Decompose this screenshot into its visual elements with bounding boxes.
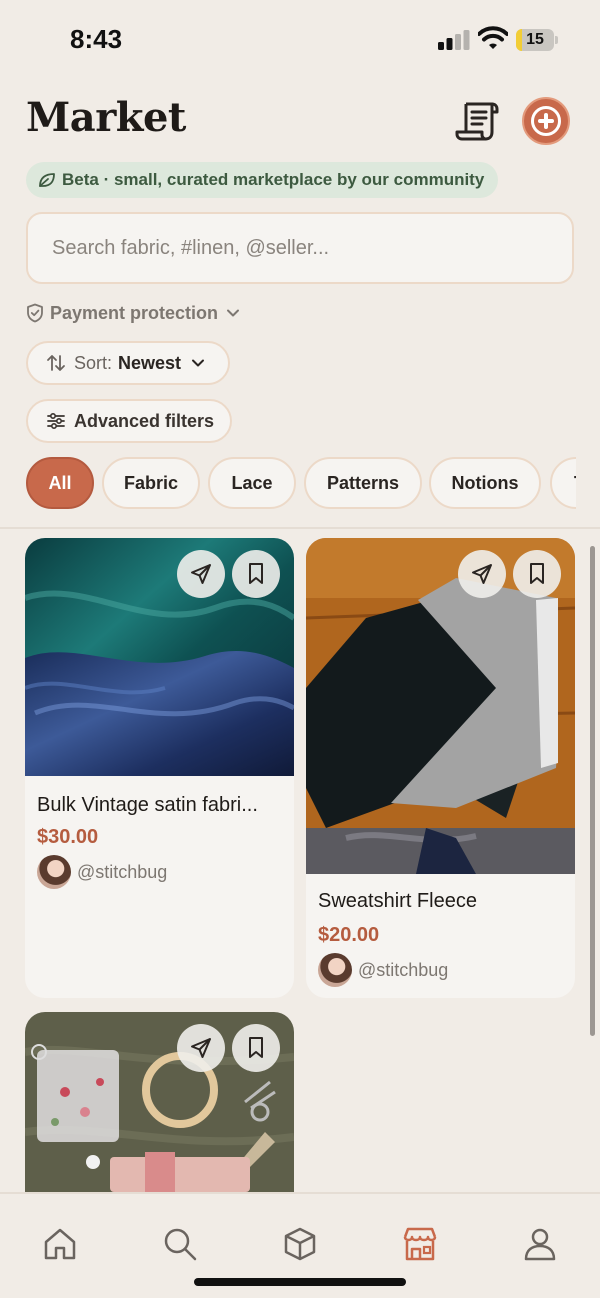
listing-seller[interactable]: @stitchbug [37, 855, 167, 889]
send-icon [191, 1038, 211, 1058]
nav-market[interactable] [400, 1224, 440, 1264]
share-button[interactable] [458, 550, 506, 598]
profile-icon [524, 1228, 556, 1261]
cellular-signal-icon [438, 30, 470, 50]
search-icon [164, 1228, 197, 1261]
nav-orders[interactable] [280, 1224, 320, 1264]
chip-lace[interactable]: Lace [208, 457, 296, 509]
bookmark-icon [249, 563, 263, 584]
beta-text: Beta · small, curated marketplace by our… [62, 170, 485, 189]
advanced-filters-button[interactable]: Advanced filters [26, 399, 232, 443]
orders-button[interactable] [454, 98, 500, 144]
divider [0, 527, 600, 529]
search-input[interactable] [52, 214, 552, 282]
wifi-icon [478, 26, 508, 49]
status-time: 8:43 [70, 24, 123, 54]
chip-patterns[interactable]: Patterns [304, 457, 422, 509]
nav-search[interactable] [160, 1224, 200, 1264]
avatar [37, 855, 71, 889]
listing-seller[interactable]: @stitchbug [318, 953, 448, 987]
save-button[interactable] [232, 550, 280, 598]
shield-check-icon [27, 303, 43, 323]
leaf-icon [39, 173, 55, 187]
home-icon [44, 1228, 76, 1260]
seller-handle: @stitchbug [77, 861, 168, 882]
listing-price: $30.00 [37, 826, 99, 848]
nav-home[interactable] [40, 1224, 80, 1264]
send-icon [191, 564, 211, 584]
chip-fabric[interactable]: Fabric [102, 457, 200, 509]
scrollbar[interactable] [590, 546, 595, 1036]
listing-card[interactable] [25, 1012, 294, 1192]
chip-all[interactable]: All [26, 457, 94, 509]
box-icon [284, 1227, 316, 1261]
page-title: Market [26, 94, 186, 141]
battery-icon: 15 [516, 29, 558, 51]
battery-level: 15 [526, 31, 544, 48]
listing-card[interactable]: Bulk Vintage satin fabri... $30.00 @stit… [25, 538, 294, 998]
home-indicator [194, 1278, 406, 1286]
storefront-icon [403, 1227, 437, 1261]
nav-profile[interactable] [520, 1224, 560, 1264]
chip-partial[interactable]: T [550, 457, 576, 509]
save-button[interactable] [232, 1024, 280, 1072]
sliders-icon [47, 412, 65, 430]
search-box[interactable] [26, 212, 574, 284]
sort-label: Sort: [74, 352, 113, 373]
chip-notions[interactable]: Notions [429, 457, 541, 509]
payment-protection-label: Payment protection [50, 302, 219, 323]
category-chips: All Fabric Lace Patterns Notions T [24, 457, 576, 511]
beta-banner: Beta · small, curated marketplace by our… [26, 162, 499, 198]
share-button[interactable] [177, 1024, 225, 1072]
send-icon [472, 564, 492, 584]
payment-protection-toggle[interactable]: Payment protection [26, 300, 240, 326]
advanced-filters-label: Advanced filters [74, 410, 215, 431]
listing-title: Bulk Vintage satin fabri... [37, 794, 258, 816]
seller-handle: @stitchbug [358, 959, 449, 980]
chevron-down-icon [227, 309, 240, 317]
share-button[interactable] [177, 550, 225, 598]
bookmark-icon [249, 1037, 263, 1058]
status-bar: 8:43 15 [0, 0, 600, 80]
listing-title: Sweatshirt Fleece [318, 890, 477, 912]
receipt-icon [455, 102, 499, 141]
save-button[interactable] [513, 550, 561, 598]
listing-price: $20.00 [318, 924, 380, 946]
chevron-down-icon [192, 359, 205, 367]
sort-value: Newest [118, 352, 182, 373]
bookmark-icon [530, 563, 544, 584]
listing-card[interactable]: Sweatshirt Fleece $20.00 @stitchbug [306, 538, 575, 998]
avatar [318, 953, 352, 987]
sort-arrows-icon [47, 355, 65, 371]
sort-dropdown[interactable]: Sort: Newest [26, 341, 230, 385]
add-listing-button[interactable] [522, 97, 570, 145]
